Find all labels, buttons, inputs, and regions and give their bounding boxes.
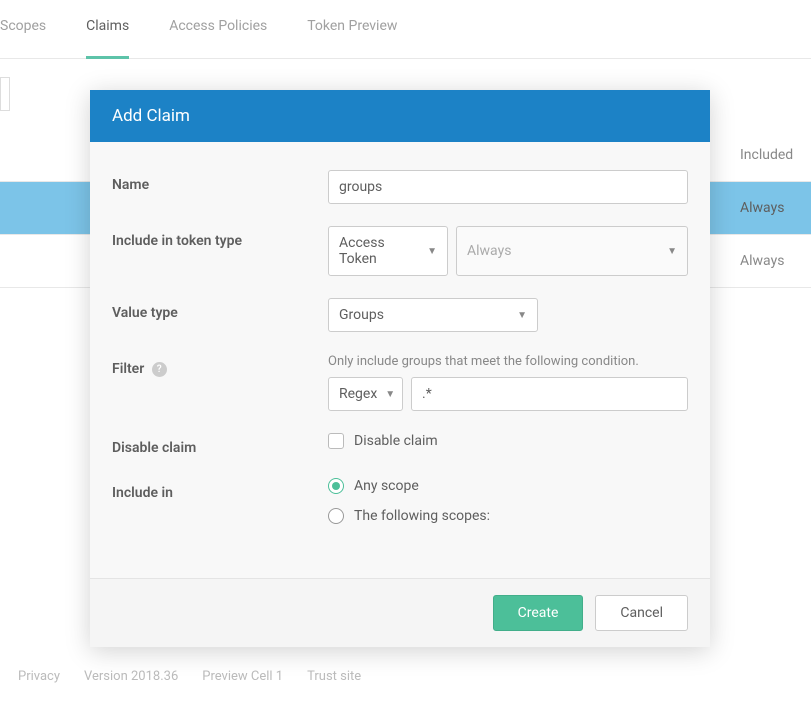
tab-access-policies[interactable]: Access Policies bbox=[169, 18, 267, 46]
form-row-include-in: Include in Any scope The following scope… bbox=[112, 478, 688, 538]
modal-title: Add Claim bbox=[90, 90, 710, 142]
chevron-down-icon: ▼ bbox=[385, 389, 395, 400]
radio-any-scope[interactable] bbox=[328, 478, 344, 494]
filter-helper-text: Only include groups that meet the follow… bbox=[328, 354, 688, 369]
tab-scopes[interactable]: Scopes bbox=[0, 18, 46, 46]
tab-bar: Scopes Claims Access Policies Token Prev… bbox=[0, 6, 811, 59]
footer-trust[interactable]: Trust site bbox=[307, 669, 361, 684]
disable-claim-checkbox-label: Disable claim bbox=[354, 433, 438, 449]
form-row-name: Name bbox=[112, 170, 688, 204]
chevron-down-icon: ▼ bbox=[517, 310, 527, 321]
label-include-in: Include in bbox=[112, 478, 328, 538]
token-when-select[interactable]: Always ▼ bbox=[456, 226, 688, 276]
footer-version: Version 2018.36 bbox=[84, 669, 178, 684]
modal-footer: Create Cancel bbox=[90, 578, 710, 647]
chevron-down-icon: ▼ bbox=[667, 246, 677, 257]
filter-mode-select[interactable]: Regex ▼ bbox=[328, 377, 403, 411]
chevron-down-icon: ▼ bbox=[427, 246, 437, 257]
label-filter: Filter ? bbox=[112, 354, 328, 411]
token-type-value: Access Token bbox=[339, 235, 419, 267]
modal-body: Name Include in token type Access Token … bbox=[90, 142, 710, 578]
add-claim-modal: Add Claim Name Include in token type Acc… bbox=[90, 90, 710, 647]
value-type-select[interactable]: Groups ▼ bbox=[328, 298, 538, 332]
radio-following-scopes[interactable] bbox=[328, 508, 344, 524]
tab-claims[interactable]: Claims bbox=[86, 18, 129, 59]
filter-mode-value: Regex bbox=[339, 386, 377, 402]
footer-cell: Preview Cell 1 bbox=[202, 669, 283, 684]
token-when-value: Always bbox=[467, 243, 511, 259]
footer-privacy[interactable]: Privacy bbox=[18, 669, 60, 684]
tab-token-preview[interactable]: Token Preview bbox=[307, 18, 397, 46]
form-row-value-type: Value type Groups ▼ bbox=[112, 298, 688, 332]
cancel-button[interactable]: Cancel bbox=[595, 595, 688, 631]
search-fragment bbox=[0, 77, 10, 111]
form-row-filter: Filter ? Only include groups that meet t… bbox=[112, 354, 688, 411]
create-button[interactable]: Create bbox=[493, 595, 584, 631]
value-type-value: Groups bbox=[339, 307, 384, 323]
radio-any-scope-label: Any scope bbox=[354, 478, 419, 494]
radio-following-scopes-label: The following scopes: bbox=[354, 508, 490, 524]
label-token-type: Include in token type bbox=[112, 226, 328, 276]
help-icon[interactable]: ? bbox=[152, 362, 167, 377]
form-row-disable-claim: Disable claim Disable claim bbox=[112, 433, 688, 456]
label-value-type: Value type bbox=[112, 298, 328, 332]
filter-value-input[interactable] bbox=[411, 377, 688, 411]
label-name: Name bbox=[112, 170, 328, 204]
footer: Privacy Version 2018.36 Preview Cell 1 T… bbox=[18, 669, 361, 684]
disable-claim-checkbox[interactable] bbox=[328, 433, 344, 449]
label-disable-claim: Disable claim bbox=[112, 433, 328, 456]
form-row-token-type: Include in token type Access Token ▼ Alw… bbox=[112, 226, 688, 276]
token-type-select[interactable]: Access Token ▼ bbox=[328, 226, 448, 276]
name-input[interactable] bbox=[328, 170, 688, 204]
